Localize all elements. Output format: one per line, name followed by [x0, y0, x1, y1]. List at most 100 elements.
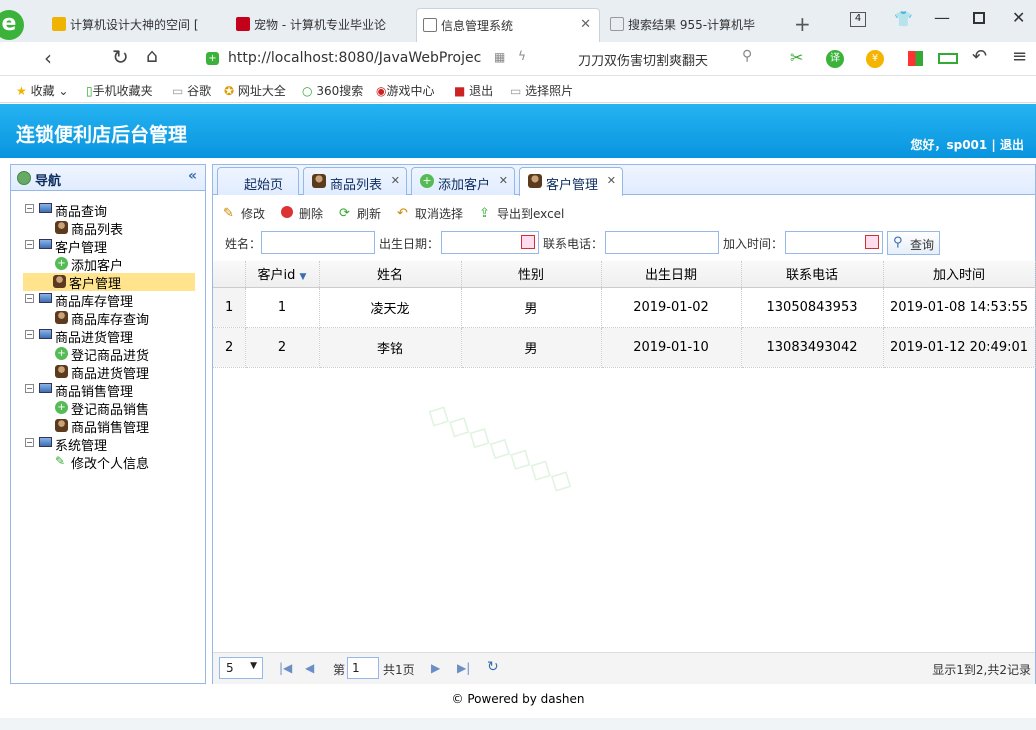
tree-item[interactable]: 商品库存查询: [55, 309, 149, 328]
shirt-icon[interactable]: 👕: [894, 10, 913, 28]
qr-icon[interactable]: ▦: [494, 50, 505, 64]
tree-group[interactable]: − 商品查询: [25, 201, 107, 220]
tab-customer-manage[interactable]: 客户管理 ✕: [519, 167, 623, 196]
maximize-icon[interactable]: [973, 12, 985, 24]
browser-tab-2[interactable]: 宠物 - 计算机专业毕业论: [230, 8, 410, 42]
translate-icon[interactable]: 译: [826, 50, 844, 68]
phone-input[interactable]: [605, 231, 719, 254]
name-input[interactable]: [261, 231, 375, 254]
lightning-icon[interactable]: ϟ: [518, 49, 526, 63]
tree-item[interactable]: 商品销售管理: [55, 417, 149, 436]
column-header[interactable]: 客户id ▼: [245, 261, 320, 288]
column-header[interactable]: 性别: [461, 261, 602, 288]
minimize-icon[interactable]: —: [934, 8, 950, 27]
table-row[interactable]: 2 2 李铭 男 2019-01-10 13083493042 2019-01-…: [213, 327, 1036, 368]
bookmark-google[interactable]: ▭ 谷歌: [172, 82, 211, 99]
menu-icon[interactable]: ≡: [1012, 46, 1027, 67]
back-icon[interactable]: ‹: [44, 46, 52, 70]
page-size-select[interactable]: 5 ▼: [219, 657, 263, 679]
next-page-icon[interactable]: ▶: [431, 661, 440, 675]
page-icon: ▭: [510, 84, 522, 98]
bookmark-360[interactable]: ○ 360搜索: [302, 82, 363, 99]
secure-icon: +: [206, 52, 219, 65]
undo-icon[interactable]: ↶: [972, 46, 987, 67]
close-window-icon[interactable]: ✕: [1012, 8, 1025, 27]
tree-item[interactable]: 客户管理: [23, 273, 195, 292]
bookmark-exit[interactable]: ■ 退出: [454, 82, 493, 99]
bookmark-photo[interactable]: ▭ 选择照片: [510, 82, 573, 99]
close-icon[interactable]: ✕: [499, 174, 508, 187]
prev-page-icon[interactable]: ◀: [305, 661, 314, 675]
edit-button[interactable]: ✎ 修改: [223, 205, 265, 222]
page-number-input[interactable]: 1: [347, 657, 379, 679]
collapse-toggle-icon[interactable]: −: [25, 204, 34, 213]
column-header[interactable]: 联系电话: [741, 261, 884, 288]
close-icon[interactable]: ✕: [391, 174, 400, 187]
bookmark-sites[interactable]: ✪ 网址大全: [224, 82, 286, 99]
export-excel-button[interactable]: ⇪ 导出到excel: [479, 205, 564, 222]
tree-item[interactable]: + 登记商品进货: [55, 345, 149, 364]
new-tab-icon[interactable]: +: [794, 12, 811, 36]
browser-tab-3[interactable]: 信息管理系统 ✕: [416, 8, 600, 42]
search-icon[interactable]: ⚲: [742, 48, 752, 64]
apps-icon[interactable]: [908, 51, 923, 66]
join-input[interactable]: [785, 231, 883, 254]
first-page-icon[interactable]: |◀: [279, 661, 292, 675]
bookmark-mobile[interactable]: ▯手机收藏夹: [86, 82, 153, 99]
tree-item[interactable]: 商品列表: [55, 219, 123, 238]
column-header[interactable]: 出生日期: [601, 261, 742, 288]
tree-group[interactable]: − 商品库存管理: [25, 291, 133, 310]
collapse-toggle-icon[interactable]: −: [25, 330, 34, 339]
column-header[interactable]: 加入时间: [883, 261, 1036, 288]
navigation-panel: 导航 « − 商品查询 商品列表 − 客户管理 + 添加客户 客户管理 − 商品库存管理 商品库存查…: [10, 164, 206, 684]
browser-tab-1[interactable]: 计算机设计大神的空间 [: [46, 8, 216, 42]
filter-bar: 姓名： 出生日期： 联系电话： 加入时间： ⚲ 查询: [213, 229, 1035, 257]
refresh-button[interactable]: ⟳ 刷新: [339, 205, 381, 222]
page-icon: ▭: [172, 84, 184, 98]
query-button[interactable]: ⚲ 查询: [887, 231, 940, 255]
tree-label: 客户管理: [55, 241, 108, 256]
calendar-icon[interactable]: [521, 235, 535, 249]
home-icon[interactable]: ⌂: [146, 45, 158, 67]
browser-tab-4[interactable]: 搜索结果 955-计算机毕: [604, 8, 784, 42]
collapse-toggle-icon[interactable]: −: [25, 240, 34, 249]
search-box[interactable]: 刀刀双伤害切割爽翻天: [578, 50, 708, 69]
birth-input[interactable]: [441, 231, 539, 254]
user-icon: [55, 419, 68, 432]
delete-button[interactable]: 删除: [281, 205, 323, 222]
collapse-icon[interactable]: «: [188, 168, 197, 184]
tab-count-badge[interactable]: 4: [850, 12, 866, 27]
collapse-toggle-icon[interactable]: −: [25, 438, 34, 447]
browser-status-bar: [0, 718, 1036, 730]
coin-icon[interactable]: ¥: [866, 50, 884, 68]
table-row[interactable]: 1 1 凌天龙 男 2019-01-02 13050843953 2019-01…: [213, 287, 1036, 328]
tree-item[interactable]: ✎ 修改个人信息: [55, 453, 149, 473]
collapse-toggle-icon[interactable]: −: [25, 294, 34, 303]
tree-group[interactable]: − 商品销售管理: [25, 381, 133, 400]
refresh-icon[interactable]: ↻: [487, 659, 499, 675]
tab-add-customer[interactable]: + 添加客户 ✕: [411, 167, 515, 195]
scissors-icon[interactable]: ✂: [790, 48, 803, 67]
cancel-select-button[interactable]: ↶ 取消选择: [397, 205, 463, 222]
column-header[interactable]: 姓名: [319, 261, 462, 288]
tree-group[interactable]: − 客户管理: [25, 237, 108, 256]
close-icon[interactable]: ✕: [607, 174, 616, 187]
close-tab-icon[interactable]: ✕: [580, 17, 591, 32]
collapse-toggle-icon[interactable]: −: [25, 384, 34, 393]
tree-group[interactable]: − 商品进货管理: [25, 327, 133, 346]
tab-product-list[interactable]: 商品列表 ✕: [303, 167, 407, 195]
tree-group[interactable]: − 系统管理: [25, 435, 107, 454]
star-icon: [52, 17, 66, 31]
calendar-icon[interactable]: [865, 235, 879, 249]
tree-item[interactable]: + 登记商品销售: [55, 399, 149, 418]
app-header: 连锁便利店后台管理 您好，sp001 | 退出: [0, 104, 1036, 158]
tree-item[interactable]: + 添加客户: [55, 255, 123, 274]
user-info[interactable]: 您好，sp001 | 退出: [910, 136, 1024, 153]
bookmark-favorites[interactable]: ★ 收藏 ⌄: [16, 82, 68, 99]
tab-home[interactable]: 起始页: [217, 167, 299, 195]
tree-item[interactable]: 商品进货管理: [55, 363, 149, 382]
reload-icon[interactable]: ↻: [112, 45, 129, 69]
battery-icon[interactable]: [938, 53, 958, 64]
last-page-icon[interactable]: ▶|: [457, 661, 470, 675]
bookmark-games[interactable]: ◉游戏中心: [376, 82, 435, 99]
